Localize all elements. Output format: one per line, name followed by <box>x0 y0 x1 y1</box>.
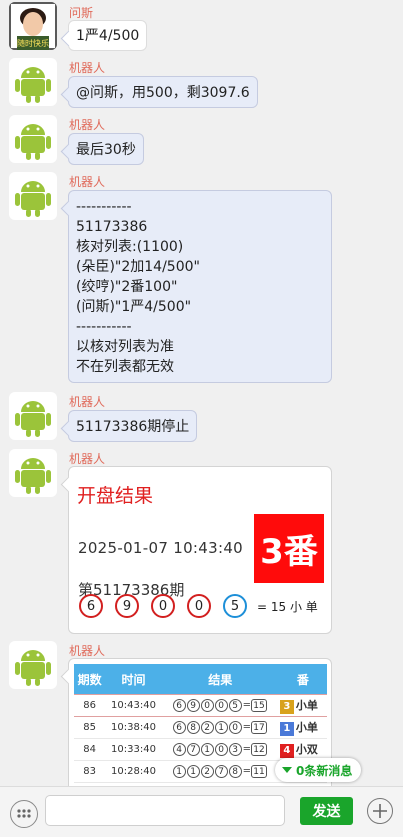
bot-avatar[interactable] <box>9 449 57 497</box>
row-result: 1 1 2 7 8 = 11 <box>161 760 279 783</box>
sender-name: 机器人 <box>69 118 106 132</box>
digit-ball: 0 <box>200 699 214 712</box>
row-time: 10:43:40 <box>105 694 162 717</box>
android-icon <box>15 401 51 437</box>
message-bubble: ----------- 51173386 核对列表:(1100) (朵臣)"2加… <box>68 190 332 383</box>
message-bubble: 51173386期停止 <box>68 410 198 442</box>
bot-avatar[interactable] <box>9 115 57 163</box>
digit-ball: 9 <box>186 699 200 712</box>
row-period: 83 <box>74 760 106 783</box>
message-input[interactable] <box>45 795 285 826</box>
new-messages-badge[interactable]: 0条新消息 <box>275 758 362 782</box>
bot-avatar[interactable] <box>9 641 57 689</box>
message-bubble: @问斯，用500，剩3097.6 <box>68 76 258 108</box>
sender-name: 机器人 <box>69 395 106 409</box>
bot-avatar[interactable] <box>9 392 57 440</box>
sender-name: 机器人 <box>69 61 106 75</box>
fan-label: 小单 <box>295 721 318 734</box>
digit-ball: 7 <box>214 765 228 778</box>
sender-name: 机器人 <box>69 452 106 466</box>
row-fan: 3小单 <box>278 694 327 717</box>
result-time: 2025-01-07 10:43:40 <box>78 539 244 557</box>
digit-ball: 5 <box>228 699 242 712</box>
result-ball: 0 <box>151 594 175 618</box>
digit-ball: 8 <box>228 765 242 778</box>
digit-ball: 3 <box>228 743 242 756</box>
digit-ball: 4 <box>172 743 186 756</box>
digit-ball: 8 <box>186 721 200 734</box>
row-fan: 1 小单 <box>278 716 327 739</box>
result-ball: 9 <box>115 594 139 618</box>
sum-box: 12 <box>250 743 267 756</box>
digit-ball: 6 <box>172 699 186 712</box>
fan-label: 小单 <box>295 699 318 712</box>
android-icon <box>15 124 51 160</box>
digit-ball: 1 <box>186 765 200 778</box>
header-time: 时间 <box>105 664 162 695</box>
result-ball: 0 <box>187 594 211 618</box>
sender-name: 机器人 <box>69 175 106 189</box>
digit-ball: 6 <box>172 721 186 734</box>
fan-label: 小双 <box>295 743 318 756</box>
bot-avatar[interactable] <box>9 172 57 220</box>
digit-ball: 2 <box>200 721 214 734</box>
digit-ball: 0 <box>214 699 228 712</box>
digit-ball: 1 <box>214 721 228 734</box>
result-title: 开盘结果 <box>77 485 154 507</box>
send-button[interactable]: 发送 <box>300 797 353 825</box>
message-bubble: 最后30秒 <box>68 133 144 165</box>
user-avatar[interactable]: 随时快乐 <box>9 2 57 50</box>
row-time: 10:38:40 <box>105 716 162 739</box>
digit-ball: 1 <box>200 743 214 756</box>
input-bar: 发送 <box>0 786 403 837</box>
header-fan: 番 <box>278 664 327 695</box>
header-result: 结果 <box>161 664 279 695</box>
header-period: 期数 <box>74 664 106 695</box>
bot-avatar[interactable] <box>9 58 57 106</box>
row-period: 84 <box>74 738 106 761</box>
row-result: 6 8 2 1 0 = 17 <box>161 716 279 739</box>
result-ball: 5 <box>223 594 247 618</box>
plus-icon[interactable] <box>367 798 393 824</box>
chevron-down-icon <box>282 767 292 773</box>
result-ball: 6 <box>79 594 103 618</box>
chat-area[interactable]: 随时快乐 问斯 1严4/500 机器人 @问斯，用500，剩3097.6 机器人… <box>0 0 403 786</box>
row-result: 4 7 1 0 3 = 12 <box>161 738 279 761</box>
fan-badge: 1 <box>279 722 294 736</box>
avatar-caption: 随时快乐 <box>17 39 49 48</box>
result-card[interactable]: 开盘结果 2025-01-07 10:43:40 3番 第51173386期 6… <box>68 466 332 634</box>
history-row: 86 10:43:40 6 9 0 0 5 = 15 3 小单 <box>74 694 327 717</box>
fan-badge: 3 <box>279 700 294 714</box>
digit-ball: 0 <box>228 721 242 734</box>
row-time: 10:33:40 <box>105 738 162 761</box>
message-bubble: 1严4/500 <box>68 20 148 51</box>
row-result: 6 9 0 0 5 = 15 <box>161 694 279 717</box>
row-period: 86 <box>74 694 106 717</box>
history-row: 85 10:38:40 6 8 2 1 0 = 17 1 小单 <box>74 716 327 739</box>
digit-ball: 7 <box>186 743 200 756</box>
sender-name: 问斯 <box>69 6 94 20</box>
android-icon <box>15 181 51 217</box>
android-icon <box>15 650 51 686</box>
result-summary: = 15 小 单 <box>257 599 318 614</box>
digit-ball: 1 <box>172 765 186 778</box>
sum-box: 11 <box>250 765 267 778</box>
fan-badge: 4 <box>279 744 294 758</box>
digit-ball: 0 <box>214 743 228 756</box>
row-time: 10:28:40 <box>105 760 162 783</box>
keyboard-icon[interactable] <box>10 800 38 828</box>
result-balls: 6 9 0 0 5 = 15 小 单 <box>79 594 318 618</box>
android-icon <box>15 458 51 494</box>
sender-name: 机器人 <box>69 644 106 658</box>
new-messages-label: 0条新消息 <box>296 763 353 778</box>
android-icon <box>15 67 51 103</box>
digit-ball: 2 <box>200 765 214 778</box>
result-badge: 3番 <box>254 514 324 583</box>
row-period: 85 <box>74 716 106 739</box>
sum-box: 15 <box>250 699 267 712</box>
sum-box: 17 <box>250 721 267 734</box>
